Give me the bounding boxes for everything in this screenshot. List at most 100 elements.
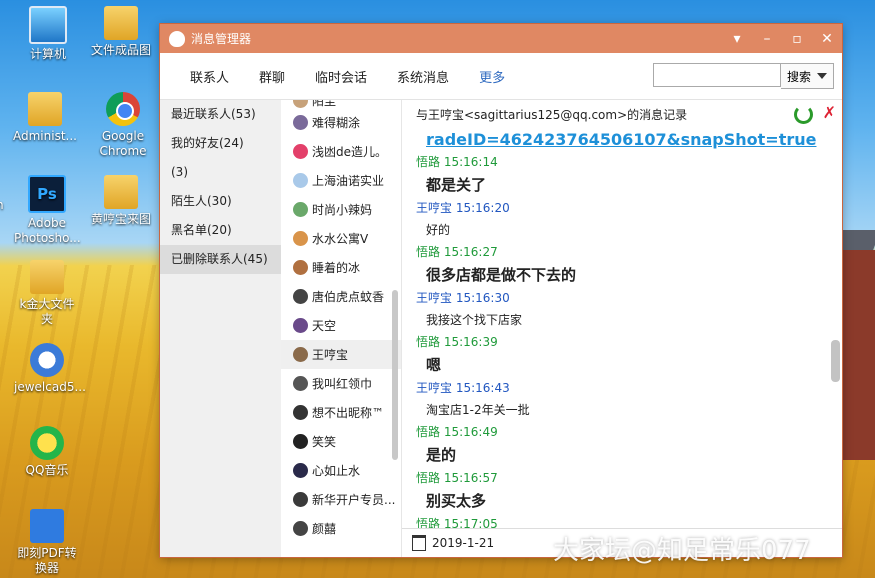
search-box xyxy=(652,63,781,89)
contact-item[interactable]: 水水公寓V xyxy=(281,224,401,253)
message-time: 15:16:14 xyxy=(443,155,498,169)
desktop-icon-jewelcad[interactable]: jewelcad5... xyxy=(14,343,86,395)
category-deleted[interactable]: 已删除联系人(45) xyxy=(160,245,281,274)
contact-item[interactable]: 心如止水 xyxy=(281,456,401,485)
desktop-icon-computer[interactable]: 计算机 xyxy=(15,6,81,62)
message-meta: 王哼宝 15:16:43 xyxy=(416,378,822,398)
contact-item-selected[interactable]: 王哼宝 xyxy=(281,340,401,369)
contact-item[interactable]: 想不出昵称™ xyxy=(281,398,401,427)
message-sender: 王哼宝 xyxy=(416,201,453,215)
message-text: 淘宝店1-2年关一批 xyxy=(426,403,530,417)
menu-dropdown-button[interactable]: ▾ xyxy=(722,31,752,47)
message-text: 嗯 xyxy=(426,356,442,374)
avatar xyxy=(293,318,308,333)
date-value: 2019-1-21 xyxy=(432,536,495,550)
chat-header-title: 与王哼宝<sagittarius125@qq.com>的消息记录 xyxy=(416,107,688,122)
title-bar[interactable]: 消息管理器 ▾ – ▫ ✕ xyxy=(160,24,842,53)
contact-item[interactable]: 时尚小辣妈 xyxy=(281,195,401,224)
desktop-icon-qq-music[interactable]: QQ音乐 xyxy=(14,426,80,478)
desktop-icon-folder-huang[interactable]: 黄哼宝来图 xyxy=(88,175,154,227)
message-time: 15:16:20 xyxy=(455,201,510,215)
search-button-label: 搜索 xyxy=(786,69,811,84)
category-friends[interactable]: 我的好友(24) xyxy=(160,129,281,158)
message-sender: 悟路 xyxy=(416,335,441,349)
nav-toolbar: 联系人 群聊 临时会话 系统消息 更多 搜索 xyxy=(160,53,842,100)
message-item: 悟路 15:17:05 xyxy=(416,514,822,529)
delete-icon[interactable]: ✗ xyxy=(823,104,836,124)
contact-item[interactable]: 颜囍 xyxy=(281,514,401,543)
message-manager-window: 消息管理器 ▾ – ▫ ✕ 联系人 群聊 临时会话 系统消息 更多 搜索 最近联… xyxy=(160,24,842,557)
desktop-icon-label: k金大文件夹 xyxy=(19,297,75,326)
contact-item[interactable]: 浅凼de造儿。 xyxy=(281,137,401,166)
message-link[interactable]: radeID=462423764506107&snapShot=true xyxy=(416,128,822,152)
desktop-icon-label: jewelcad5... xyxy=(14,380,86,394)
tab-contacts[interactable]: 联系人 xyxy=(190,67,229,86)
desktop-icon-label: 计算机 xyxy=(29,47,66,61)
category-blacklist[interactable]: 黑名单(20) xyxy=(160,216,281,245)
contact-item[interactable]: 新华开户专员... xyxy=(281,485,401,514)
message-sender: 悟路 xyxy=(416,471,441,485)
contact-item[interactable]: 难得糊涂 xyxy=(281,108,401,137)
window-title: 消息管理器 xyxy=(191,32,252,46)
message-list-scrollbar[interactable] xyxy=(831,340,840,382)
desktop-icon-label: Adobe Photosho... xyxy=(14,216,81,245)
message-item: 悟路 15:16:57 别买太多 xyxy=(416,468,822,514)
message-meta: 悟路 15:16:14 xyxy=(416,152,822,172)
contact-item[interactable]: 天空 xyxy=(281,311,401,340)
category-strangers[interactable]: 陌生人(30) xyxy=(160,187,281,216)
contact-item[interactable]: 我叫红领巾 xyxy=(281,369,401,398)
avatar xyxy=(293,405,308,420)
contact-item[interactable]: 陌尘 xyxy=(281,100,401,108)
tab-more[interactable]: 更多 xyxy=(479,67,505,86)
contact-item[interactable]: 上海油诺实业 xyxy=(281,166,401,195)
minimize-button[interactable]: – xyxy=(752,31,782,47)
search-input[interactable] xyxy=(652,63,781,87)
photoshop-icon: Ps xyxy=(28,175,66,213)
avatar xyxy=(293,100,308,108)
main-body: 最近联系人(53) 我的好友(24) (3) 陌生人(30) 黑名单(20) 已… xyxy=(160,100,842,557)
desktop-icon-label: 黄哼宝来图 xyxy=(90,212,151,226)
message-item: 王哼宝 15:16:20 好的 xyxy=(416,198,822,242)
desktop-icon-label: 文件成品图 xyxy=(90,43,151,57)
message-item: 悟路 15:16:39 嗯 xyxy=(416,332,822,378)
avatar xyxy=(293,231,308,246)
maximize-button[interactable]: ▫ xyxy=(782,31,812,47)
avatar xyxy=(293,434,308,449)
avatar xyxy=(293,376,308,391)
contact-list: 陌尘 难得糊涂 浅凼de造儿。 上海油诺实业 时尚小辣妈 水水公寓V 睡着的冰 … xyxy=(281,100,402,557)
close-button[interactable]: ✕ xyxy=(812,31,842,47)
message-sender: 王哼宝 xyxy=(416,381,453,395)
folder-icon xyxy=(104,6,138,40)
search-area: 搜索 xyxy=(652,63,834,89)
contact-item[interactable]: 唐伯虎点蚊香 xyxy=(281,282,401,311)
tab-group-chat[interactable]: 群聊 xyxy=(259,67,285,86)
refresh-icon[interactable] xyxy=(793,104,813,124)
tab-system-messages[interactable]: 系统消息 xyxy=(397,67,449,86)
chat-header-actions: ✗ xyxy=(793,104,836,124)
search-button[interactable]: 搜索 xyxy=(780,63,834,89)
tab-temp-session[interactable]: 临时会话 xyxy=(315,67,367,86)
category-unnamed[interactable]: (3) xyxy=(160,158,281,187)
contact-item[interactable]: 笑笑 xyxy=(281,427,401,456)
avatar xyxy=(293,115,308,130)
message-meta: 悟路 15:16:39 xyxy=(416,332,822,352)
message-item: 悟路 15:16:14 都是关了 xyxy=(416,152,822,198)
desktop-icon-chrome[interactable]: Google Chrome xyxy=(90,92,156,159)
message-text: 是的 xyxy=(426,446,457,464)
category-recent[interactable]: 最近联系人(53) xyxy=(160,100,281,129)
avatar xyxy=(293,347,308,362)
message-text: 都是关了 xyxy=(426,176,487,194)
qq-music-icon xyxy=(30,426,64,460)
avatar xyxy=(293,492,308,507)
desktop-icon-administrator[interactable]: Administ... xyxy=(12,92,78,144)
message-item: 悟路 15:16:27 很多店都是做不下去的 xyxy=(416,242,822,288)
desktop-icon-pdf-converter[interactable]: 即刻PDF转换器 xyxy=(14,509,80,576)
computer-icon xyxy=(29,6,67,44)
calendar-icon[interactable] xyxy=(412,535,426,551)
contact-item[interactable]: 睡着的冰 xyxy=(281,253,401,282)
user-folder-icon xyxy=(28,92,62,126)
desktop-icon-photoshop[interactable]: Ps Adobe Photosho... xyxy=(14,175,81,246)
desktop-icon-k-gold-folder[interactable]: k金大文件夹 xyxy=(14,260,80,327)
contact-list-scrollbar[interactable] xyxy=(392,290,398,460)
desktop-icon-finished-images[interactable]: 文件成品图 xyxy=(88,6,154,58)
